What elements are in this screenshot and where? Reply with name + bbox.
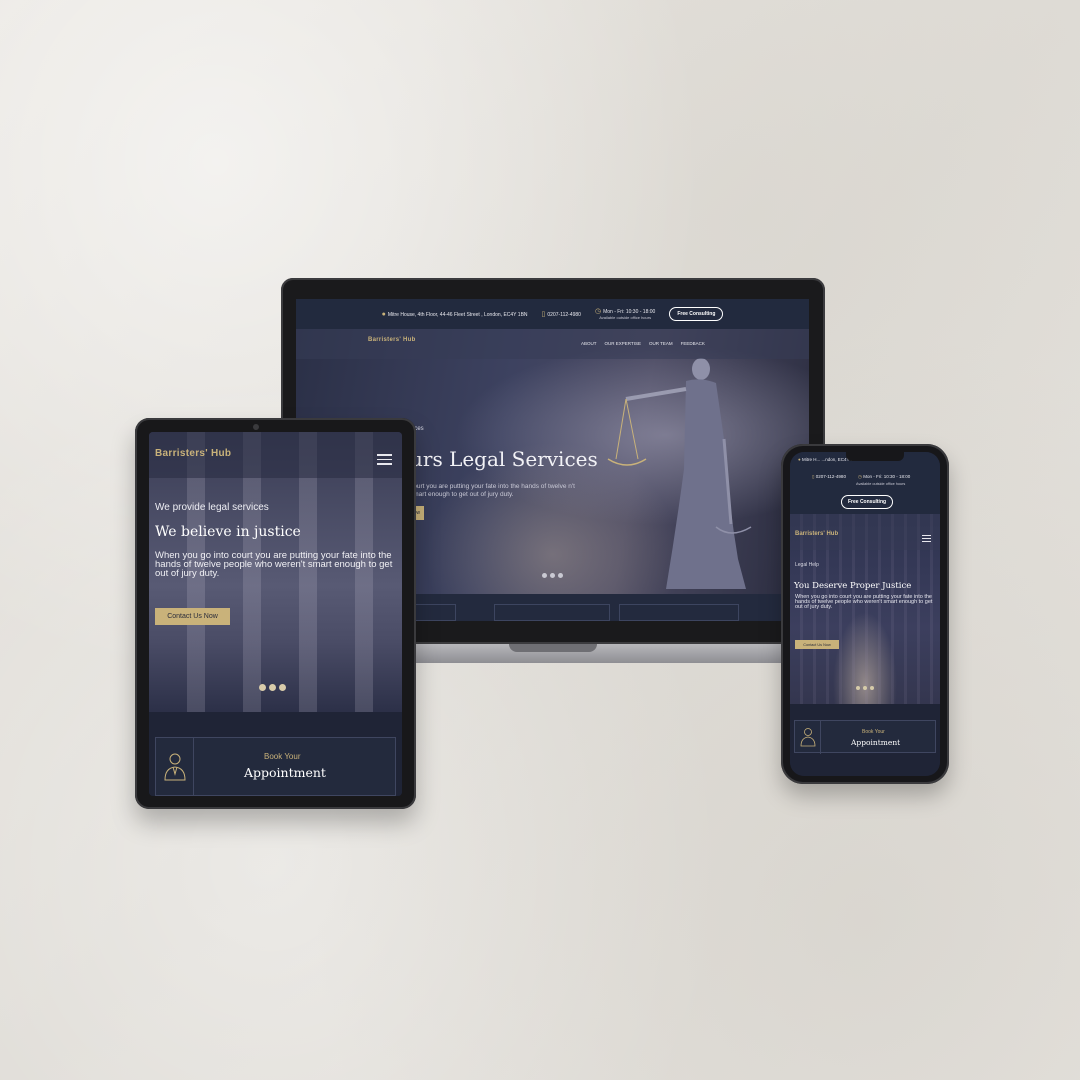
desktop-top-bar: ● Mitre House, 4th Floor, 44-46 Fleet Str… [296, 299, 809, 329]
nav-item-team[interactable]: OUR TEAM [649, 341, 673, 346]
desktop-logo[interactable]: Barristers' Hub [368, 337, 416, 343]
tablet-logo[interactable]: Barristers' Hub [155, 448, 231, 459]
mobile-nav: Barristers' Hub [790, 514, 940, 550]
clock-icon: ◷ [594, 308, 602, 315]
slider-dot[interactable] [269, 684, 276, 691]
phone-screen: ● Mitre H... ...ndon, EC4Y 1BN ▯ 0207-11… [790, 452, 940, 776]
mobile-contact-us-button[interactable]: Contact Us Now [795, 640, 839, 649]
mobile-book-appointment-card[interactable]: Book Your Appointment [794, 720, 936, 754]
icon-box [156, 738, 194, 796]
tablet-hero-title: We believe in justice [155, 524, 301, 540]
slider-dot[interactable] [856, 686, 860, 690]
slider-dot[interactable] [863, 686, 867, 690]
nav-item-feedback[interactable]: FEEDBACK [681, 341, 705, 346]
slider-dot[interactable] [542, 573, 547, 578]
mobile-hours-note: Available outside office hours [856, 482, 906, 486]
appointment-label: Appointment [244, 765, 326, 780]
nav-item-about[interactable]: ABOUT [581, 341, 597, 346]
book-your-label: Book Your [264, 752, 301, 761]
desktop-hero-copy: court you are putting your fate into the… [410, 483, 575, 498]
hamburger-menu-icon[interactable] [377, 454, 392, 465]
icon-box [795, 721, 821, 754]
desktop-nav: Barristers' Hub ABOUT OUR EXPERTISE OUR … [296, 329, 809, 359]
tablet-camera-icon [253, 424, 259, 430]
clock-icon: ◷ [858, 474, 862, 479]
desktop-slider-dots [542, 573, 563, 578]
mobile-top-bar: ● Mitre H... ...ndon, EC4Y 1BN ▯ 0207-11… [790, 452, 940, 514]
free-consulting-button[interactable]: Free Consulting [669, 307, 724, 321]
slider-dot[interactable] [259, 684, 266, 691]
desktop-address: ● Mitre House, 4th Floor, 44-46 Fleet Str… [381, 310, 528, 318]
mobile-free-consulting-button[interactable]: Free Consulting [841, 495, 894, 509]
slider-dot[interactable] [550, 573, 555, 578]
desktop-menu: ABOUT OUR EXPERTISE OUR TEAM FEEDBACK [581, 341, 705, 346]
info-card [619, 604, 739, 621]
book-appointment-card[interactable]: Book Your Appointment [155, 737, 396, 796]
phone-icon: ▯ [541, 311, 546, 318]
tablet-hero-kicker: We provide legal services [155, 502, 269, 513]
lawyer-icon [800, 728, 816, 747]
tablet-screen: Barristers' Hub We provide legal service… [149, 432, 402, 796]
appointment-label: Appointment [851, 738, 901, 747]
book-your-label: Book Your [862, 729, 885, 735]
slider-dot[interactable] [558, 573, 563, 578]
lady-justice-statue-icon [607, 358, 752, 589]
desktop-hours: ◷ Mon - Fri: 10:30 - 18:00 Available outs… [594, 308, 656, 320]
mobile-phone[interactable]: ▯ 0207-112-4980 [812, 474, 846, 480]
phone-icon: ▯ [812, 474, 815, 479]
mobile-hero: Barristers' Hub Legal Help You Deserve P… [790, 514, 940, 704]
mobile-hours: ◷ Mon - Fri: 10:30 - 18:00 [858, 474, 911, 479]
desktop-phone[interactable]: ▯ 0207-112-4980 [542, 310, 581, 318]
slider-dot[interactable] [279, 684, 286, 691]
info-card [494, 604, 610, 621]
tablet-slider-dots [259, 684, 286, 691]
location-pin-icon: ● [381, 310, 386, 318]
nav-item-expertise[interactable]: OUR EXPERTISE [605, 341, 641, 346]
tablet-header: Barristers' Hub [149, 432, 402, 478]
mobile-slider-dots [856, 686, 874, 690]
contact-us-button[interactable]: Contact Us Now [155, 608, 230, 625]
mobile-hero-copy: When you go into court you are putting y… [795, 594, 933, 611]
slider-dot[interactable] [870, 686, 874, 690]
phone-notch [846, 452, 904, 461]
location-pin-icon: ● [798, 457, 801, 462]
desktop-hero-title: urs Legal Services [410, 447, 598, 471]
lawyer-icon [164, 753, 186, 781]
hamburger-menu-icon[interactable] [922, 535, 931, 542]
mobile-logo[interactable]: Barristers' Hub [795, 531, 838, 537]
mobile-hero-title: You Deserve Proper Justice [794, 581, 912, 591]
tablet-hero-copy: When you go into court you are putting y… [155, 550, 393, 580]
mobile-hero-kicker: Legal Help [795, 562, 819, 568]
laptop-hinge-notch [509, 644, 597, 652]
